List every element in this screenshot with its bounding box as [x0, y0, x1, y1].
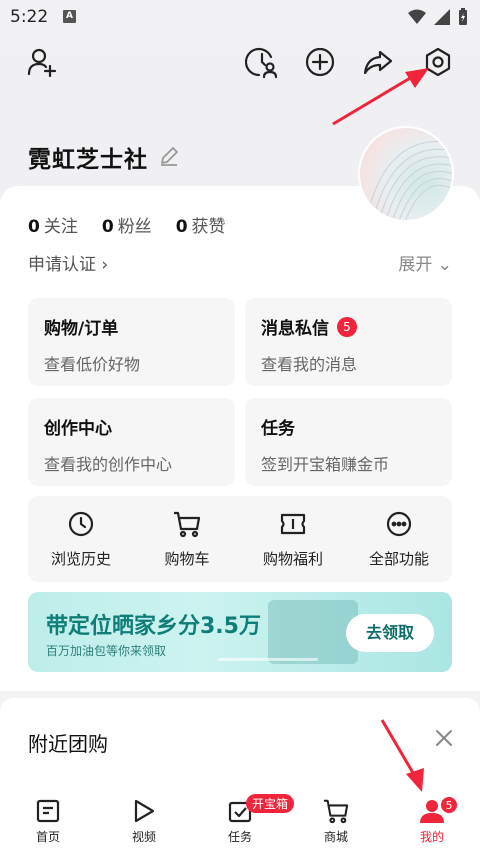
quick-all-features[interactable]: 全部功能	[354, 510, 444, 569]
stat-followers[interactable]: 0 粉丝	[102, 212, 152, 237]
banner-title: 带定位晒家乡分3.5万	[46, 614, 261, 639]
bottom-nav: 首页 视频 任务 开宝箱 商城 我的 5	[0, 788, 480, 853]
banner-illustration	[268, 600, 358, 664]
tile-title: 购物/订单	[44, 319, 119, 339]
stat-following[interactable]: 0 关注	[28, 212, 78, 237]
avatar[interactable]	[358, 126, 454, 222]
wifi-icon	[408, 9, 426, 24]
nav-tasks[interactable]: 任务 开宝箱	[192, 794, 295, 845]
message-badge: 5	[337, 316, 357, 337]
status-time: 5:22	[10, 7, 49, 27]
profile-name: 霓虹芝士社	[28, 147, 148, 173]
add-user-icon	[27, 48, 57, 78]
play-icon	[134, 799, 155, 823]
cart-icon	[323, 799, 349, 824]
clock-icon	[68, 511, 94, 536]
apply-certification-link[interactable]: 申请认证 ›	[28, 250, 108, 275]
nav-mall[interactable]: 商城	[288, 798, 384, 845]
nav-home[interactable]: 首页	[0, 798, 96, 845]
banner-subtitle: 百万加油包等你来领取	[46, 644, 167, 658]
gear-icon	[425, 47, 451, 77]
nearby-title: 附近团购	[28, 732, 108, 756]
ticket-icon	[280, 513, 306, 534]
status-icons	[408, 8, 468, 26]
status-bar: 5:22 A	[0, 0, 480, 34]
add-friend-button[interactable]	[22, 42, 62, 82]
tile-subtitle: 签到开宝箱赚金币	[261, 455, 390, 474]
tile-orders[interactable]: 购物/订单 查看低价好物	[28, 298, 235, 386]
avatar-pattern-icon	[367, 141, 452, 220]
cart-icon	[174, 511, 201, 537]
settings-button[interactable]	[418, 42, 458, 82]
tile-subtitle: 查看我的消息	[261, 355, 358, 374]
tile-subtitle: 查看低价好物	[44, 355, 141, 374]
stats-row: 0 关注 0 粉丝 0 获赞	[28, 212, 226, 237]
banner-carousel-indicator	[218, 658, 318, 661]
share-button[interactable]	[358, 42, 398, 82]
nav-video[interactable]: 视频	[96, 798, 192, 845]
tile-messages[interactable]: 消息私信 5 查看我的消息	[245, 298, 452, 386]
quick-cart[interactable]: 购物车	[142, 510, 232, 569]
quick-actions: 浏览历史 购物车 购物福利 全部功能	[28, 496, 452, 582]
expand-button[interactable]: 展开 ⌄	[398, 250, 452, 275]
tile-creator-center[interactable]: 创作中心 查看我的创作中心	[28, 398, 235, 486]
tile-title: 创作中心	[44, 419, 112, 439]
share-icon	[363, 50, 393, 75]
more-icon	[386, 511, 412, 536]
plus-circle-icon	[305, 47, 335, 77]
stat-likes[interactable]: 0 获赞	[176, 212, 226, 237]
add-button[interactable]	[300, 42, 340, 82]
tile-subtitle: 查看我的创作中心	[44, 455, 173, 474]
tile-tasks[interactable]: 任务 签到开宝箱赚金币	[245, 398, 452, 486]
nav-me[interactable]: 我的 5	[384, 796, 480, 845]
nav-me-badge: 5	[440, 796, 458, 814]
quick-welfare[interactable]: 购物福利	[248, 510, 338, 569]
banner-claim-button[interactable]: 去领取	[346, 614, 434, 652]
tile-title: 消息私信 5	[261, 314, 436, 339]
home-doc-icon	[36, 799, 60, 823]
clock-user-icon	[245, 47, 278, 79]
battery-icon	[459, 8, 467, 25]
close-icon[interactable]	[434, 728, 454, 748]
tile-title: 任务	[261, 419, 295, 439]
promo-banner[interactable]: 带定位晒家乡分3.5万 百万加油包等你来领取 去领取	[28, 592, 452, 672]
notification-a-icon: A	[63, 10, 76, 23]
signal-icon	[434, 9, 450, 25]
treasure-box-pill: 开宝箱	[246, 794, 295, 813]
quick-history[interactable]: 浏览历史	[36, 510, 126, 569]
visitor-button[interactable]	[242, 42, 282, 82]
edit-icon[interactable]	[158, 145, 180, 167]
